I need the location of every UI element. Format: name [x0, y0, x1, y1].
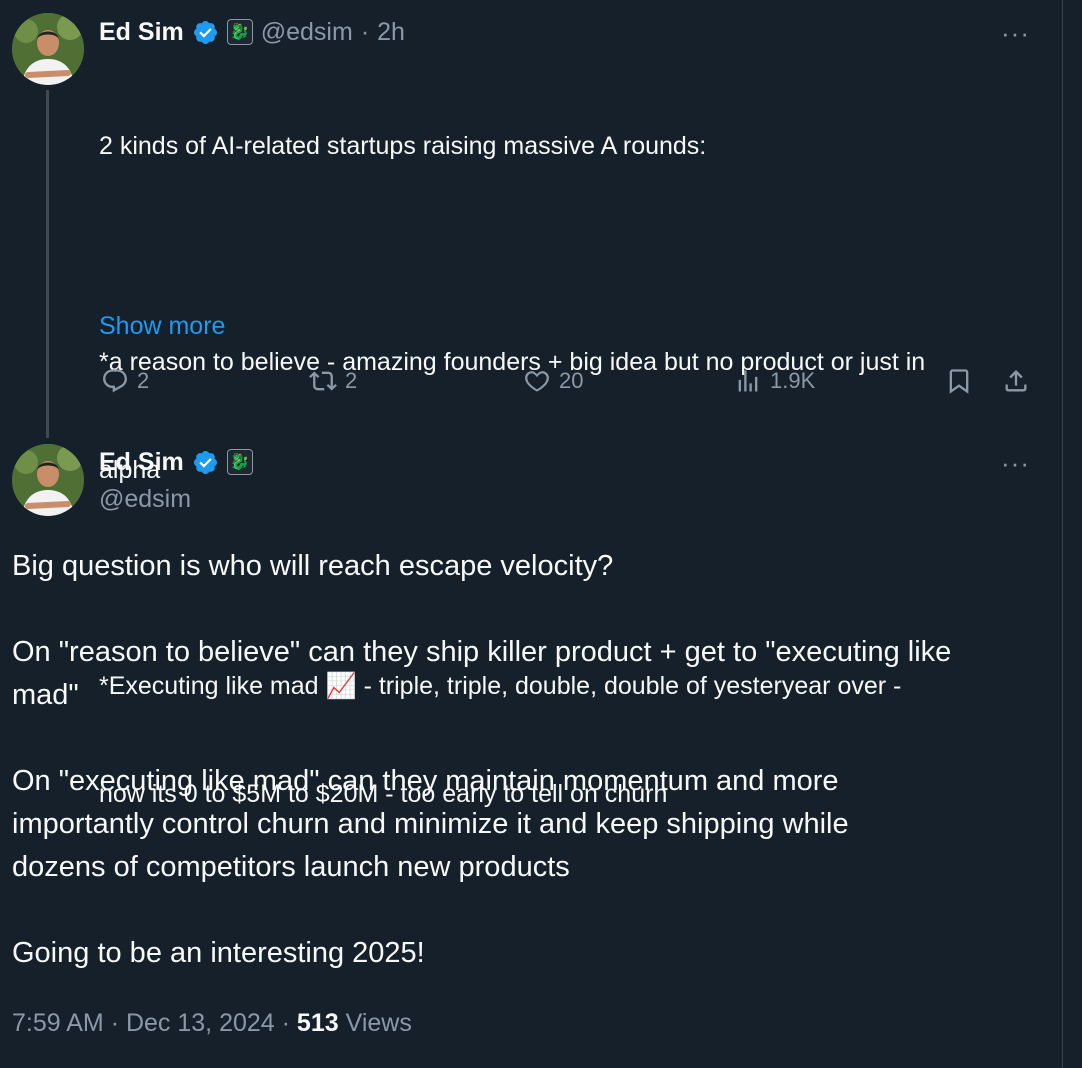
tweet-date[interactable]: Dec 13, 2024 [126, 1009, 275, 1037]
column-divider [1062, 0, 1063, 1068]
text-line: On "executing like mad" can they maintai… [12, 765, 839, 797]
like-button[interactable]: 20 [523, 367, 583, 395]
text-line: 2 kinds of AI-related startups raising m… [99, 132, 707, 160]
tweet-timestamp[interactable]: 7:59 AM [12, 1009, 104, 1037]
avatar[interactable] [12, 444, 84, 516]
tweet1-actions: 2 2 20 1.9K [99, 367, 1035, 401]
tweet-time[interactable]: 2h [377, 18, 405, 47]
tweet1-header: Ed Sim 🐉 @edsim · 2h [99, 15, 405, 49]
reply-button[interactable]: 2 [101, 367, 149, 395]
reply-count: 2 [137, 368, 150, 393]
separator-dot: · [360, 17, 370, 46]
share-icon [1005, 370, 1027, 392]
views-icon [738, 370, 758, 392]
affiliate-badge-icon[interactable]: 🐉 [226, 19, 253, 45]
author-handle[interactable]: @edsim [261, 18, 353, 47]
reply-icon [103, 369, 127, 393]
verified-badge-icon[interactable] [192, 449, 219, 476]
separator-dot: · [110, 1009, 120, 1037]
text-line: On "reason to believe" can they ship kil… [12, 636, 952, 668]
text-line: dozens of competitors launch new product… [12, 851, 570, 883]
tweet2-text: Big question is who will reach escape ve… [12, 545, 1042, 975]
thread-connector-line [46, 90, 49, 438]
avatar-image [12, 13, 84, 85]
more-icon[interactable]: ··· [1001, 20, 1030, 46]
author-handle[interactable]: @edsim [99, 485, 253, 514]
views-label: Views [345, 1009, 412, 1037]
bookmark-button[interactable] [945, 367, 973, 395]
avatar-image [12, 444, 84, 516]
show-more-link[interactable]: Show more [99, 308, 225, 344]
repost-button[interactable]: 2 [309, 367, 357, 395]
verified-badge-icon[interactable] [192, 19, 219, 46]
views-button[interactable]: 1.9K [734, 367, 815, 395]
author-name[interactable]: Ed Sim [99, 448, 184, 477]
affiliate-badge-icon[interactable]: 🐉 [226, 449, 253, 475]
author-name[interactable]: Ed Sim [99, 18, 184, 47]
share-button[interactable] [1002, 367, 1030, 395]
text-line: importantly control churn and minimize i… [12, 808, 849, 840]
more-icon[interactable]: ··· [1001, 450, 1030, 476]
like-icon [525, 371, 549, 392]
text-line: mad" [12, 679, 79, 711]
text-line: Going to be an interesting 2025! [12, 937, 425, 969]
repost-icon [309, 371, 337, 391]
views-count: 513 [296, 1009, 339, 1037]
tweet-meta: 7:59 AM · Dec 13, 2024 · 513 Views [12, 1005, 412, 1041]
repost-count: 2 [345, 368, 358, 393]
text-line: Big question is who will reach escape ve… [12, 550, 614, 582]
tweet2-header: Ed Sim 🐉 @edsim [99, 445, 253, 514]
like-count: 20 [559, 368, 584, 393]
avatar[interactable] [12, 13, 84, 85]
separator-dot: · [281, 1009, 290, 1037]
views-count: 1.9K [770, 368, 816, 393]
bookmark-icon [949, 369, 969, 394]
